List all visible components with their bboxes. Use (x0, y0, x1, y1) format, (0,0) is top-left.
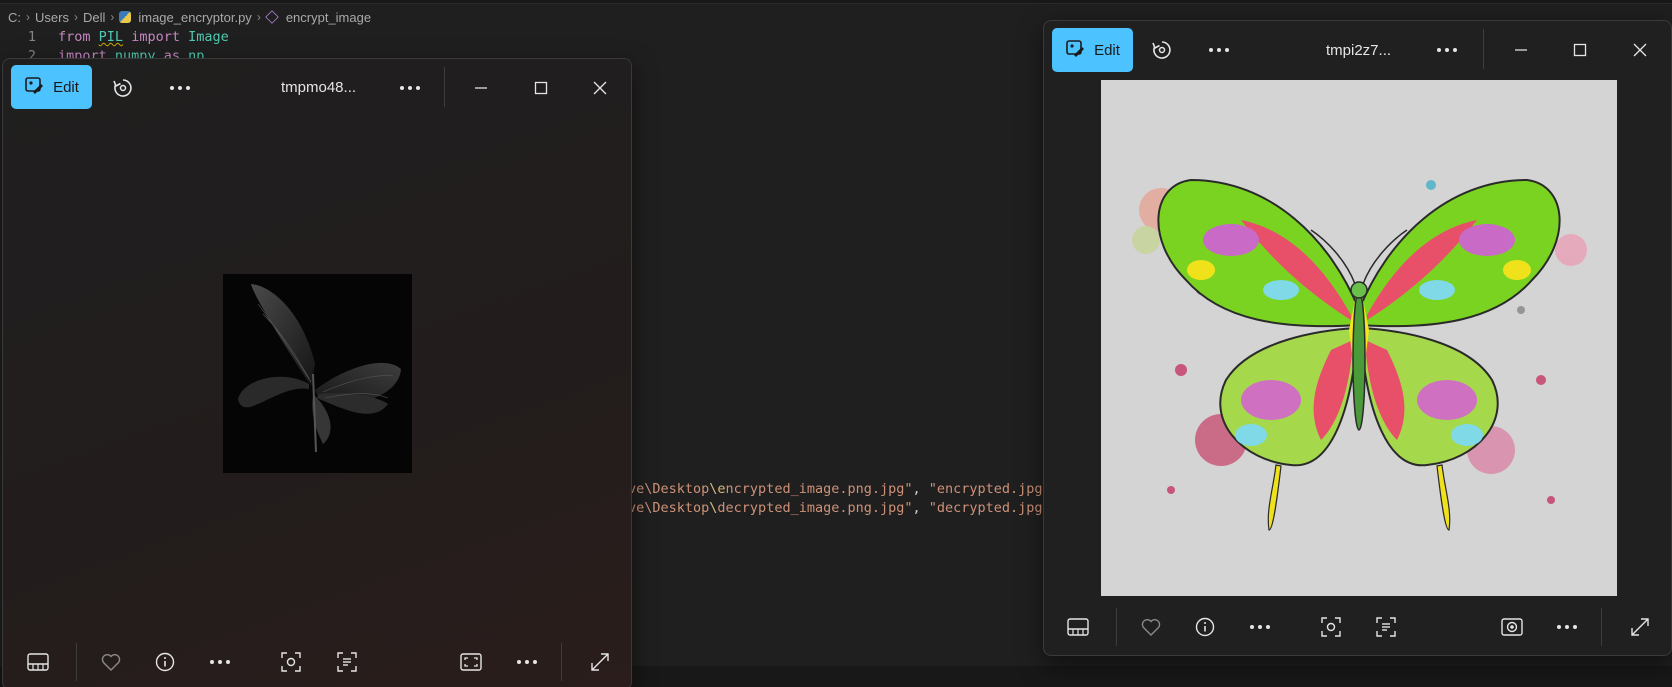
breadcrumb-symbol[interactable]: encrypt_image (286, 10, 371, 25)
minimize-icon[interactable] (1503, 32, 1539, 68)
filmstrip-icon[interactable] (1061, 610, 1095, 644)
info-icon[interactable] (148, 645, 182, 679)
punctuation: , (912, 500, 929, 516)
string-literal: ve\Desktop (628, 500, 710, 516)
divider (444, 67, 445, 107)
line-number: 1 (27, 29, 36, 45)
more-options-icon[interactable] (510, 645, 544, 679)
window-title: tmpmo48... (281, 79, 357, 96)
favorite-icon[interactable] (94, 645, 128, 679)
more-options-icon[interactable] (1550, 610, 1584, 644)
bottom-toolbar[interactable] (1044, 598, 1671, 655)
photo-viewer-right[interactable]: Edit tmpi2z7... (1043, 20, 1672, 656)
keyword: from (58, 29, 91, 45)
edit-button[interactable]: Edit (1052, 28, 1133, 72)
visual-search-icon[interactable] (274, 645, 308, 679)
bottom-toolbar[interactable] (3, 633, 631, 687)
escape-sequence: \e (709, 481, 726, 497)
rotate-icon[interactable] (105, 70, 141, 106)
code-line-decrypt-call[interactable]: ve\Desktop\decrypted_image.png.jpg", "de… (628, 500, 1051, 516)
info-icon[interactable] (1188, 610, 1222, 644)
fullscreen-icon[interactable] (583, 645, 617, 679)
code-line-encrypt-call[interactable]: ve\Desktop\encrypted_image.png.jpg", "en… (628, 481, 1051, 497)
maximize-icon[interactable] (1562, 32, 1598, 68)
title-more-icon[interactable] (1429, 32, 1465, 68)
photo-encrypted[interactable] (223, 274, 412, 473)
visual-search-icon[interactable] (1314, 610, 1348, 644)
chevron-right-icon: › (73, 10, 78, 24)
divider (561, 643, 562, 681)
favorite-icon[interactable] (1134, 610, 1168, 644)
string-literal: "decrypted.jpg" (928, 500, 1051, 516)
more-options-icon[interactable] (162, 70, 198, 106)
edit-button[interactable]: Edit (11, 65, 92, 109)
minimize-icon[interactable] (463, 70, 499, 106)
symbol-method-icon (265, 10, 279, 24)
bokeh-icon[interactable] (1495, 610, 1529, 644)
string-literal: ve\Desktop (628, 481, 710, 497)
maximize-icon[interactable] (523, 70, 559, 106)
more-options-icon[interactable] (1243, 610, 1277, 644)
photo-decrypted[interactable] (1101, 80, 1617, 596)
butterfly-dark-image (238, 284, 401, 453)
filmstrip-icon[interactable] (21, 645, 55, 679)
divider (1116, 608, 1117, 646)
string-literal: decrypted_image.png.jpg" (717, 500, 913, 516)
fullscreen-icon[interactable] (1623, 610, 1657, 644)
breadcrumb-file[interactable]: image_encryptor.py (138, 10, 251, 25)
breadcrumb: C: › Users › Dell › image_encryptor.py ›… (8, 8, 371, 26)
python-file-icon (119, 11, 132, 23)
breadcrumb-folder-users[interactable]: Users (35, 10, 69, 25)
close-icon[interactable] (582, 70, 618, 106)
breadcrumb-drive[interactable]: C: (8, 10, 21, 25)
edit-image-icon (24, 75, 44, 99)
butterfly-color-image (1132, 178, 1587, 531)
title-bar[interactable]: Edit tmpmo48... (3, 59, 631, 117)
text-recognize-icon[interactable] (330, 645, 364, 679)
keyword: import (131, 29, 180, 45)
edit-label: Edit (1094, 41, 1120, 59)
close-icon[interactable] (1622, 32, 1658, 68)
string-literal: "encrypted.jpg" (928, 481, 1051, 497)
edit-label: Edit (53, 78, 79, 96)
chevron-right-icon: › (110, 10, 115, 24)
string-literal: ncrypted_image.png.jpg" (725, 481, 913, 497)
divider (76, 643, 77, 681)
punctuation: , (912, 481, 929, 497)
breadcrumb-folder-dell[interactable]: Dell (83, 10, 105, 25)
title-bar[interactable]: Edit tmpi2z7... (1044, 21, 1671, 79)
divider (1601, 608, 1602, 646)
more-options-icon[interactable] (1201, 32, 1237, 68)
rotate-icon[interactable] (1144, 32, 1180, 68)
code-line[interactable]: 1 from PIL import Image (0, 28, 229, 47)
chevron-right-icon: › (26, 10, 30, 24)
text-recognize-icon[interactable] (1369, 610, 1403, 644)
chevron-right-icon: › (256, 10, 261, 24)
divider (1483, 29, 1484, 69)
fit-to-window-icon[interactable] (454, 645, 488, 679)
more-options-icon[interactable] (203, 645, 237, 679)
window-title: tmpi2z7... (1326, 42, 1392, 59)
module-name: PIL (98, 29, 124, 45)
photo-viewer-left[interactable]: Edit tmpmo48... (2, 58, 632, 687)
title-more-icon[interactable] (392, 70, 428, 106)
editor-tab-strip (0, 0, 1672, 4)
edit-image-icon (1065, 38, 1085, 62)
import-name: Image (188, 29, 229, 45)
